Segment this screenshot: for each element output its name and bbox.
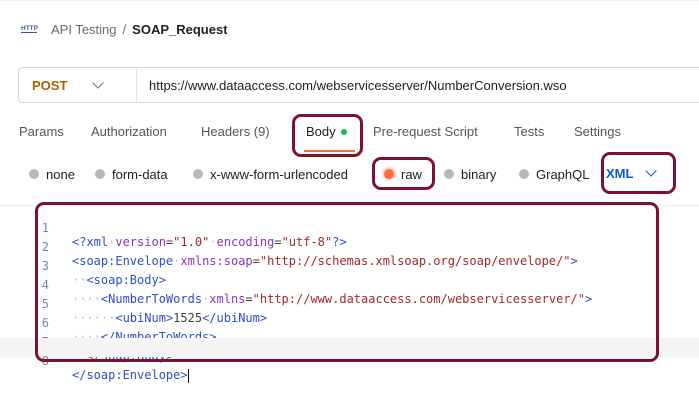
tab-pre-request-script[interactable]: Pre-request Script (373, 124, 478, 139)
radio-label: none (46, 166, 75, 182)
svg-text:HTTP: HTTP (21, 25, 39, 32)
radio-icon (29, 169, 39, 179)
breadcrumb-separator: / (122, 21, 127, 37)
highlight-raw-option (372, 157, 435, 190)
tab-settings[interactable]: Settings (574, 124, 621, 139)
radio-icon (519, 169, 529, 179)
tab-headers[interactable]: Headers (9) (201, 124, 270, 139)
method-label: POST (32, 77, 68, 93)
radio-icon (444, 169, 454, 179)
url-bar: POST https://www.dataaccess.com/webservi… (18, 67, 699, 103)
radio-label: binary (461, 166, 497, 182)
breadcrumb: HTTP API Testing / SOAP_Request (21, 18, 228, 40)
code-text: </soap:Envelope> (72, 368, 189, 383)
radio-label: GraphQL (536, 166, 590, 182)
highlight-code-editor (35, 202, 659, 362)
tab-authorization[interactable]: Authorization (91, 124, 167, 139)
request-name[interactable]: SOAP_Request (132, 22, 227, 37)
chevron-down-icon (92, 77, 104, 89)
radio-icon (95, 169, 105, 179)
radio-x-www-form-urlencoded[interactable]: x-www-form-urlencoded (193, 164, 348, 184)
radio-label: form-data (112, 166, 168, 182)
method-select[interactable]: POST (19, 68, 137, 102)
highlight-xml-select (601, 152, 676, 194)
radio-binary[interactable]: binary (444, 164, 496, 184)
url-input[interactable]: https://www.dataaccess.com/webservicesse… (149, 78, 567, 93)
radio-graphql[interactable]: GraphQL (519, 164, 589, 184)
http-request-icon: HTTP (21, 20, 39, 38)
top-divider (0, 0, 699, 1)
tab-params[interactable]: Params (19, 124, 64, 139)
radio-label: x-www-form-urlencoded (210, 166, 348, 182)
radio-icon (193, 169, 203, 179)
breadcrumb-parent[interactable]: API Testing (51, 22, 117, 37)
tab-tests[interactable]: Tests (514, 124, 544, 139)
radio-form-data[interactable]: form-data (95, 164, 168, 184)
radio-none[interactable]: none (29, 164, 75, 184)
highlight-body-tab (292, 114, 363, 157)
